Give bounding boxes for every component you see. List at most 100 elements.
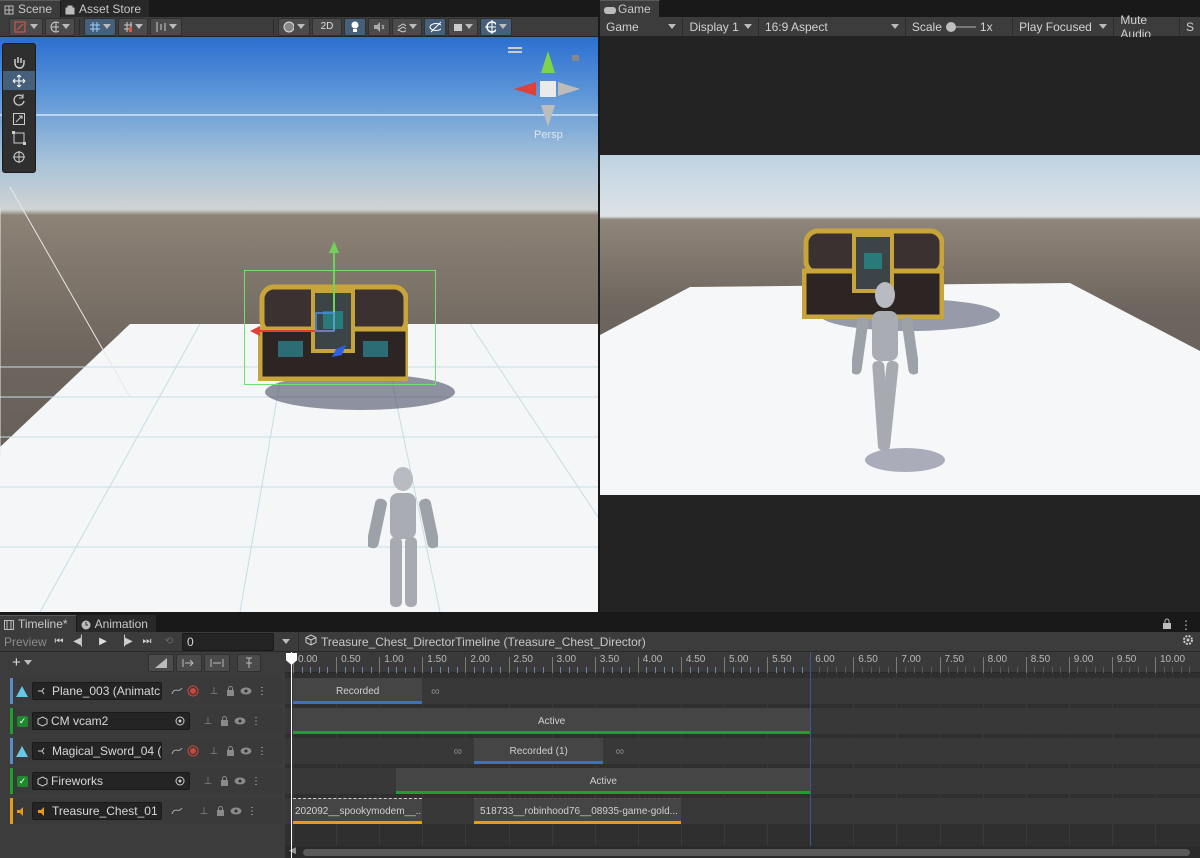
track-header[interactable]: ✓ CM vcam2 ⊥ ⋮	[10, 708, 282, 734]
track-binding-field[interactable]: Fireworks	[32, 772, 190, 790]
play-mode-dropdown[interactable]: Play Focused	[1013, 17, 1115, 36]
curves-toggle-icon[interactable]	[170, 685, 184, 697]
game-view-dropdown[interactable]: Game	[600, 17, 684, 36]
track-menu-icon[interactable]: ⋮	[256, 745, 268, 757]
grid-snap-button[interactable]	[84, 17, 116, 36]
eye-visibility-icon[interactable]	[240, 685, 252, 697]
hand-tool-icon[interactable]	[3, 52, 35, 71]
pin-icon[interactable]: ⊥	[198, 805, 210, 817]
object-picker-icon[interactable]	[175, 776, 185, 786]
tab-asset-store[interactable]: Asset Store	[61, 0, 151, 17]
settings-gear-icon[interactable]	[1182, 634, 1194, 649]
tab-game[interactable]: Game	[600, 0, 660, 17]
loop-icon[interactable]: ⟲	[158, 636, 180, 648]
director-breadcrumb[interactable]: Treasure_Chest_DirectorTimeline (Treasur…	[298, 631, 646, 652]
track-binding-field[interactable]: Plane_003 (Animatc	[32, 682, 162, 700]
display-dropdown[interactable]: Display 1	[683, 17, 759, 36]
align-button[interactable]	[150, 17, 182, 36]
tab-timeline[interactable]: Timeline*	[0, 615, 77, 632]
hidden-objects-toggle[interactable]	[424, 17, 446, 36]
activation-clip[interactable]: Active	[396, 768, 811, 794]
lock-icon[interactable]	[224, 685, 236, 697]
preview-toggle[interactable]: Preview	[0, 635, 48, 649]
increment-snap-button[interactable]	[118, 17, 148, 36]
tab-scene[interactable]: Scene	[0, 0, 62, 17]
track-enabled-checkbox[interactable]: ✓	[17, 715, 28, 727]
audio-clip[interactable]: 202092__spookymodem__...	[293, 798, 423, 824]
track-header[interactable]: Plane_003 (Animatc ⊥ ⋮	[10, 678, 282, 704]
track-binding-field[interactable]: Magical_Sword_04 (	[32, 742, 162, 760]
track-menu-icon[interactable]: ⋮	[250, 775, 262, 787]
pin-icon[interactable]: ⊥	[208, 685, 220, 697]
eye-visibility-icon[interactable]	[230, 805, 242, 817]
perspective-label[interactable]: Persp	[534, 129, 563, 141]
effects-button[interactable]	[392, 17, 422, 36]
lock-icon[interactable]	[1162, 618, 1172, 632]
track-menu-icon[interactable]: ⋮	[246, 805, 258, 817]
scale-slider[interactable]	[945, 21, 976, 32]
animation-clip[interactable]: Recorded (1)	[474, 738, 604, 764]
track-header[interactable]: Magical_Sword_04 ( ⊥ ⋮	[10, 738, 282, 764]
scene-viewport[interactable]: Persp	[0, 37, 598, 612]
object-picker-icon[interactable]	[175, 716, 185, 726]
mute-audio-toggle[interactable]: Mute Audio	[1114, 13, 1180, 41]
timeline-selector-dropdown[interactable]	[274, 639, 298, 644]
playhead[interactable]	[291, 652, 292, 858]
track-binding-field[interactable]: Treasure_Chest_01 (Au	[32, 802, 162, 820]
global-view-button[interactable]	[45, 17, 75, 36]
lock-icon[interactable]	[218, 775, 230, 787]
aspect-dropdown[interactable]: 16:9 Aspect	[759, 17, 906, 36]
lighting-toggle[interactable]	[344, 17, 366, 36]
pin-markers-icon[interactable]	[237, 653, 261, 672]
draw-mode-button[interactable]	[9, 17, 43, 36]
record-button[interactable]	[186, 745, 200, 757]
track-header[interactable]: ✓ Fireworks ⊥ ⋮	[10, 768, 282, 794]
stats-toggle[interactable]: S	[1180, 18, 1200, 36]
activation-clip[interactable]: Active	[293, 708, 811, 734]
curves-toggle-icon[interactable]	[170, 745, 184, 757]
rotate-tool-icon[interactable]	[3, 90, 35, 109]
tab-animation[interactable]: Animation	[76, 615, 157, 632]
transform-tool-icon[interactable]	[3, 147, 35, 166]
clip-edit-mode-ripple-icon[interactable]	[176, 653, 202, 672]
clip-edit-mode-replace-icon[interactable]	[204, 653, 230, 672]
track-row[interactable]	[285, 738, 1200, 764]
track-binding-field[interactable]: CM vcam2	[32, 712, 190, 730]
lock-icon[interactable]	[218, 715, 230, 727]
mode-2d-button[interactable]: 2D	[312, 17, 342, 36]
time-ruler[interactable]: 0.00 0.50 1.00 1.50 2.00 2.50 3.00 3.50 4.00 4.50…	[285, 652, 1200, 673]
pin-icon[interactable]: ⊥	[202, 775, 214, 787]
audio-clip[interactable]: 518733__robinhood76__08935-game-gold...	[474, 798, 681, 824]
orientation-gizmo[interactable]	[508, 47, 584, 137]
scale-tool-icon[interactable]	[3, 109, 35, 128]
eye-visibility-icon[interactable]	[240, 745, 252, 757]
game-viewport[interactable]	[600, 37, 1200, 612]
go-to-start-icon[interactable]: ⏮	[48, 636, 70, 648]
horizontal-scrollbar[interactable]: ◀	[285, 845, 1200, 858]
move-gizmo[interactable]	[246, 237, 356, 357]
move-tool-icon[interactable]	[3, 71, 35, 90]
pin-icon[interactable]: ⊥	[208, 745, 220, 757]
add-track-button[interactable]: +	[0, 654, 60, 671]
rect-tool-icon[interactable]	[3, 128, 35, 147]
character-mannequin[interactable]	[366, 465, 440, 612]
animation-clip[interactable]: Recorded	[293, 678, 423, 704]
play-icon[interactable]: ▶	[92, 636, 114, 648]
track-menu-icon[interactable]: ⋮	[256, 685, 268, 697]
track-enabled-checkbox[interactable]: ✓	[17, 775, 28, 787]
track-menu-icon[interactable]: ⋮	[250, 715, 262, 727]
lock-icon[interactable]	[224, 745, 236, 757]
curves-toggle-icon[interactable]	[170, 805, 184, 817]
eye-visibility-icon[interactable]	[234, 775, 246, 787]
next-frame-icon[interactable]: ▕▶	[114, 636, 136, 648]
record-button[interactable]	[186, 685, 200, 697]
track-header[interactable]: Treasure_Chest_01 (Au ⊥ ⋮	[10, 798, 282, 824]
previous-frame-icon[interactable]: ◀▏	[70, 636, 92, 648]
lock-icon[interactable]	[214, 805, 226, 817]
more-menu-icon[interactable]: ⋮	[1180, 618, 1192, 632]
pin-icon[interactable]: ⊥	[202, 715, 214, 727]
gizmos-button[interactable]	[480, 17, 512, 36]
audio-toggle[interactable]	[368, 17, 390, 36]
frame-field[interactable]: 0	[182, 632, 274, 651]
eye-visibility-icon[interactable]	[234, 715, 246, 727]
